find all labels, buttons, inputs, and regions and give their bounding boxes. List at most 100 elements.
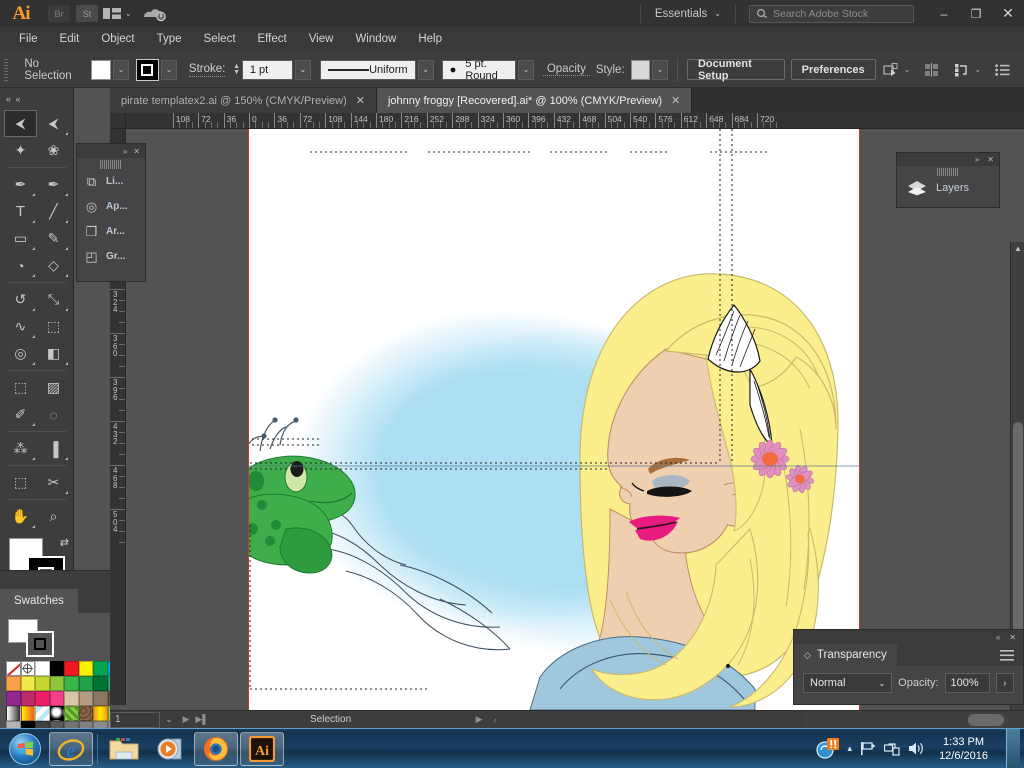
search-input-placeholder[interactable]: Search Adobe Stock xyxy=(773,8,868,20)
swatch-cell[interactable] xyxy=(35,676,50,691)
type-tool[interactable]: T xyxy=(4,198,37,225)
fill-chevron-down-icon[interactable]: ⌄ xyxy=(112,59,129,80)
tab-swatches[interactable]: Swatches xyxy=(0,589,78,613)
scale-tool[interactable]: ⤡ xyxy=(37,286,70,313)
rectangle-tool[interactable]: ▭ xyxy=(4,225,37,252)
curvature-tool[interactable]: ✒ xyxy=(37,171,70,198)
blend-mode-select[interactable]: Normal ⌄ xyxy=(803,673,893,693)
swatch-cell[interactable] xyxy=(64,706,79,721)
hand-tool[interactable]: ✋ xyxy=(4,503,37,530)
tools-panel-header[interactable]: « « xyxy=(0,88,73,110)
shape-builder-tool[interactable]: ◎ xyxy=(4,340,37,367)
swatch-cell[interactable] xyxy=(6,691,21,706)
control-bar-grip[interactable] xyxy=(4,58,9,81)
opacity-expand-button[interactable]: › xyxy=(995,673,1015,693)
horizontal-ruler[interactable]: 108 72 36 0 36 72 108 144 180 216 252 288 324 360 396 4… xyxy=(110,113,1024,129)
taskbar-clock[interactable]: 1:33 PM 12/6/2016 xyxy=(933,735,994,763)
stroke-weight-chevron-down-icon[interactable]: ⌄ xyxy=(294,59,311,80)
swatch-cell[interactable] xyxy=(20,676,35,691)
swatch-cell[interactable] xyxy=(78,676,93,691)
zoom-level-field[interactable]: 1 xyxy=(110,711,160,728)
close-icon[interactable]: ✕ xyxy=(356,94,365,107)
swatch-cell[interactable] xyxy=(64,661,79,676)
paintbrush-tool[interactable]: ✎ xyxy=(37,225,70,252)
swatch-cell[interactable] xyxy=(6,661,21,676)
transform-object-icon[interactable]: ⌄ xyxy=(876,62,918,77)
swatches-stroke-swatch[interactable] xyxy=(26,631,54,657)
document-canvas[interactable]: ▲ ▼ xyxy=(110,113,1024,768)
firefox-taskbar-icon[interactable] xyxy=(194,731,238,766)
minimize-button[interactable]: – xyxy=(928,0,960,27)
perspective-grid-tool[interactable]: ◧ xyxy=(37,340,70,367)
swatch-cell[interactable] xyxy=(64,691,79,706)
options-list-icon[interactable] xyxy=(988,63,1024,76)
transparency-close-icon[interactable]: ✕ xyxy=(1009,633,1016,642)
preferences-button[interactable]: Preferences xyxy=(790,59,876,80)
swatch-cell[interactable] xyxy=(49,691,64,706)
lib-panel-grip[interactable] xyxy=(100,160,122,169)
windows-media-player-taskbar-icon[interactable] xyxy=(148,732,192,766)
show-hidden-icons-button[interactable]: ▴ xyxy=(848,743,853,754)
width-tool[interactable]: ∿ xyxy=(4,313,37,340)
last-artboard-icon[interactable]: ▶▌ xyxy=(194,711,210,729)
stroke-weight-stepper[interactable]: ▲ ▼ xyxy=(231,59,242,81)
zoom-tool[interactable]: ⌕ xyxy=(37,503,70,530)
bridge-button[interactable]: Br xyxy=(48,5,70,22)
document-setup-button[interactable]: Document Setup xyxy=(686,58,786,82)
menu-window[interactable]: Window xyxy=(344,27,407,52)
close-button[interactable]: ✕ xyxy=(992,0,1024,27)
workspace-switcher[interactable]: Essentials ⌄ xyxy=(639,4,736,23)
swatch-cell[interactable] xyxy=(78,691,93,706)
flag-icon[interactable] xyxy=(860,741,876,756)
mesh-tool[interactable]: ⬚ xyxy=(4,374,37,401)
internet-explorer-taskbar-icon[interactable]: e xyxy=(49,731,93,766)
transparency-collapse-icon[interactable]: « xyxy=(996,633,1000,642)
status-collapse-icon[interactable]: ‹ xyxy=(487,711,503,729)
panel-item-layers[interactable]: Layers xyxy=(897,176,999,200)
magic-wand-tool[interactable]: ✦ xyxy=(4,137,37,164)
fill-color-swatch[interactable] xyxy=(91,59,111,80)
free-transform-tool[interactable]: ⬚ xyxy=(37,313,70,340)
stock-button[interactable]: St xyxy=(76,5,98,22)
volume-icon[interactable] xyxy=(908,741,925,756)
action-center-alert-icon[interactable] xyxy=(815,737,840,760)
swatch-cell[interactable] xyxy=(64,676,79,691)
layers-close-icon[interactable]: ✕ xyxy=(987,155,994,164)
next-artboard-icon[interactable]: ▶ xyxy=(178,711,194,729)
menu-select[interactable]: Select xyxy=(193,27,247,52)
swatch-cell[interactable] xyxy=(35,661,50,676)
column-graph-tool[interactable]: ▐ xyxy=(37,435,70,462)
network-icon[interactable] xyxy=(884,741,900,756)
lasso-tool[interactable]: ❀ xyxy=(37,137,70,164)
stroke-color-swatch[interactable] xyxy=(135,58,159,81)
panel-item-li[interactable]: ⧉ Li... xyxy=(77,169,145,194)
menu-object[interactable]: Object xyxy=(90,27,145,52)
creative-cloud-icon[interactable] xyxy=(137,0,171,27)
show-desktop-button[interactable] xyxy=(1006,728,1020,768)
tools-panel-collapse-icon[interactable]: « « xyxy=(6,94,22,104)
file-explorer-taskbar-icon[interactable] xyxy=(102,732,146,766)
stroke-weight-field[interactable]: 1 pt xyxy=(241,59,293,80)
scroll-thumb[interactable] xyxy=(1013,422,1023,662)
stroke-profile-chevron-down-icon[interactable]: ⌄ xyxy=(417,59,434,80)
gradient-tool[interactable]: ▨ xyxy=(37,374,70,401)
slice-tool[interactable]: ✂ xyxy=(37,469,70,496)
style-chevron-down-icon[interactable]: ⌄ xyxy=(652,59,669,80)
windows-start-orb[interactable] xyxy=(2,731,48,767)
menu-help[interactable]: Help xyxy=(407,27,453,52)
panel-item-ap[interactable]: ◎ Ap... xyxy=(77,194,145,219)
status-expand-icon[interactable]: ▶ xyxy=(471,711,487,729)
swap-fill-stroke-icon[interactable]: ⇄ xyxy=(60,536,69,549)
swatch-cell[interactable] xyxy=(93,706,108,721)
swatch-cell[interactable] xyxy=(78,661,93,676)
direct-selection-tool[interactable]: ⮜ xyxy=(37,110,70,137)
document-tab-1[interactable]: johnny froggy [Recovered].ai* @ 100% (CM… xyxy=(376,88,693,113)
swatch-cell[interactable] xyxy=(49,676,64,691)
graphic-style-swatch[interactable] xyxy=(630,59,651,80)
menu-effect[interactable]: Effect xyxy=(247,27,298,52)
swatch-cell[interactable] xyxy=(20,691,35,706)
selection-tool[interactable]: ⮜ xyxy=(4,110,37,137)
stroke-chevron-down-icon[interactable]: ⌄ xyxy=(160,59,177,80)
opacity-input[interactable]: 100% xyxy=(944,673,990,693)
stroke-profile-field[interactable]: Uniform xyxy=(319,59,416,80)
